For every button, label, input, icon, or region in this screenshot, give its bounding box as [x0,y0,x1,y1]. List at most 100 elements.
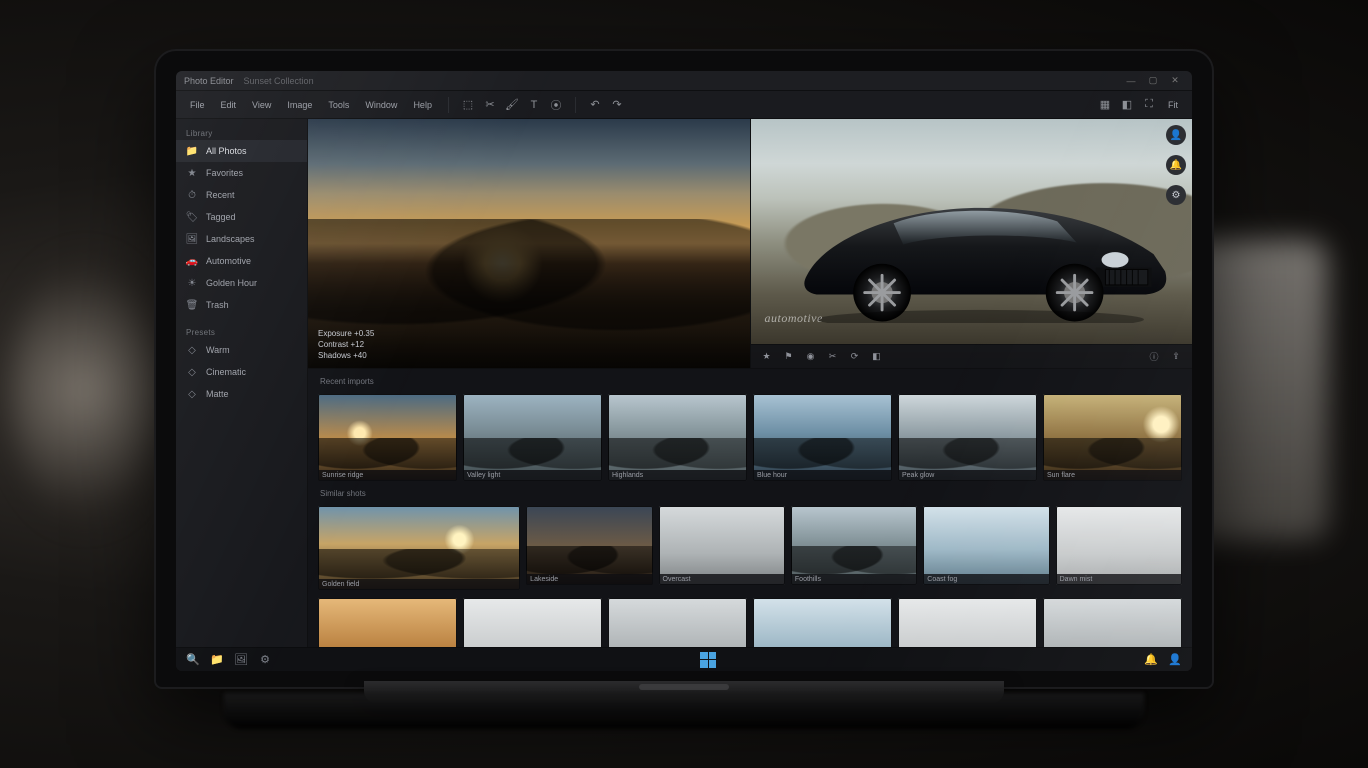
zoom-label[interactable]: Fit [1164,98,1182,112]
preview-row: Exposure +0.35 Contrast +12 Shadows +40 [308,119,1192,369]
thumb[interactable]: Lakeside [526,506,652,585]
image-icon[interactable]: 🖼 [234,653,248,667]
preview-right[interactable]: automotive 👤 🔔 ⚙ ★ ⚑ ◉ ✂ [751,119,1193,368]
taskbar: 🔍 📁 🖼 ⚙ 🔔 👤 [176,647,1192,671]
eyedrop-tool-icon[interactable]: ⦿ [549,98,563,112]
start-icon[interactable] [700,652,716,668]
car-icon: 🚗 [186,255,198,267]
color-icon[interactable]: ◉ [805,351,817,363]
crop-icon[interactable]: ✂ [827,351,839,363]
sidebar-section-library: Library [176,125,307,140]
dock-bell-icon[interactable]: 🔔 [1166,155,1186,175]
sidebar-item-all[interactable]: 📁 All Photos [176,140,307,162]
folder-icon: 📁 [186,145,198,157]
thumb[interactable] [753,598,892,647]
text-tool-icon[interactable]: T [527,98,541,112]
select-tool-icon[interactable]: ⬚ [461,98,475,112]
rate-icon[interactable]: ★ [761,351,773,363]
sidebar-item-label: Landscapes [206,234,255,244]
settings-icon[interactable]: ⚙ [258,653,272,667]
thumb[interactable]: Sunrise ridge [318,394,457,481]
menu-edit[interactable]: Edit [217,98,241,112]
folder-icon[interactable]: 📁 [210,653,224,667]
thumb[interactable]: Sun flare [1043,394,1182,481]
thumb[interactable] [608,598,747,647]
sidebar-item-tagged[interactable]: 🏷 Tagged [176,206,307,228]
thumb-caption: Coast fog [923,574,1049,585]
sidebar-item-trash[interactable]: 🗑 Trash [176,294,307,316]
sidebar-item-label: Matte [206,389,229,399]
info-icon[interactable]: ⓘ [1148,351,1160,363]
thumb[interactable] [318,598,457,647]
menu-window[interactable]: Window [361,98,401,112]
thumb[interactable]: Dawn mist [1056,506,1182,585]
maximize-button[interactable]: ▢ [1144,75,1162,87]
sidebar-item-golden[interactable]: ☀ Golden Hour [176,272,307,294]
thumb[interactable]: Coast fog [923,506,1049,585]
undo-icon[interactable]: ↶ [588,98,602,112]
preset-warm[interactable]: ◇Warm [176,339,307,361]
dock-settings-icon[interactable]: ⚙ [1166,185,1186,205]
sidebar-item-label: Golden Hour [206,278,257,288]
brush-tool-icon[interactable]: 🖌 [505,98,519,112]
menu-bar: File Edit View Image Tools Window Help [186,98,436,112]
laptop-base [224,693,1144,729]
bell-icon[interactable]: 🔔 [1144,653,1158,667]
thumb[interactable]: Peak glow [898,394,1037,481]
laptop: Photo Editor Sunset Collection — ▢ ✕ Fil… [154,49,1214,729]
thumb[interactable]: Highlands [608,394,747,481]
sidebar-item-label: Trash [206,300,229,310]
close-button[interactable]: ✕ [1166,75,1184,87]
dock-user-icon[interactable]: 👤 [1166,125,1186,145]
thumb[interactable]: Golden field [318,506,520,590]
thumb-caption: Dawn mist [1056,574,1182,585]
sidebar-item-label: Cinematic [206,367,246,377]
compare-view-icon[interactable]: ◧ [1120,98,1134,112]
thumb-row-a: Sunrise ridge Valley light Highlands Blu… [318,394,1182,481]
thumbnail-grid: Recent imports Sunrise ridge Valley ligh… [308,369,1192,647]
thumb[interactable] [463,598,602,647]
preview-left-overlay: Exposure +0.35 Contrast +12 Shadows +40 [308,321,750,368]
watermark: automotive [765,311,823,326]
minimize-button[interactable]: — [1122,75,1140,87]
redo-icon[interactable]: ↷ [610,98,624,112]
thumb-caption: Blue hour [753,470,892,481]
screen: Photo Editor Sunset Collection — ▢ ✕ Fil… [176,71,1192,671]
preset-icon: ◇ [186,388,198,400]
flag-icon[interactable]: ⚑ [783,351,795,363]
thumb[interactable] [1043,598,1182,647]
thumb[interactable]: Overcast [659,506,785,585]
thumb-caption: Peak glow [898,470,1037,481]
thumb[interactable]: Valley light [463,394,602,481]
preview-right-image: automotive [751,119,1193,368]
sidebar-item-favorites[interactable]: ★ Favorites [176,162,307,184]
sidebar-item-recent[interactable]: ⏱ Recent [176,184,307,206]
search-icon[interactable]: 🔍 [186,653,200,667]
menu-file[interactable]: File [186,98,209,112]
preset-cinematic[interactable]: ◇Cinematic [176,361,307,383]
menu-image[interactable]: Image [283,98,316,112]
thumb[interactable]: Blue hour [753,394,892,481]
menu-tools[interactable]: Tools [324,98,353,112]
sidebar-item-landscapes[interactable]: 🖼 Landscapes [176,228,307,250]
thumb-caption: Highlands [608,470,747,481]
fullscreen-icon[interactable]: ⛶ [1142,98,1156,112]
menu-help[interactable]: Help [409,98,436,112]
thumb-caption: Overcast [659,574,785,585]
rotate-icon[interactable]: ⟳ [849,351,861,363]
adjust-exposure: Exposure +0.35 [318,329,740,338]
compare-icon[interactable]: ◧ [871,351,883,363]
thumb[interactable] [898,598,1037,647]
sidebar-item-label: Tagged [206,212,236,222]
preview-left[interactable]: Exposure +0.35 Contrast +12 Shadows +40 [308,119,751,368]
export-icon[interactable]: ⇪ [1170,351,1182,363]
main-area: Exposure +0.35 Contrast +12 Shadows +40 [308,119,1192,647]
crop-tool-icon[interactable]: ✂ [483,98,497,112]
menu-view[interactable]: View [248,98,275,112]
user-icon[interactable]: 👤 [1168,653,1182,667]
preset-matte[interactable]: ◇ Matte [176,383,307,405]
taskbar-center [700,652,716,668]
grid-view-icon[interactable]: ▦ [1098,98,1112,112]
thumb[interactable]: Foothills [791,506,917,585]
sidebar-item-automotive[interactable]: 🚗 Automotive [176,250,307,272]
